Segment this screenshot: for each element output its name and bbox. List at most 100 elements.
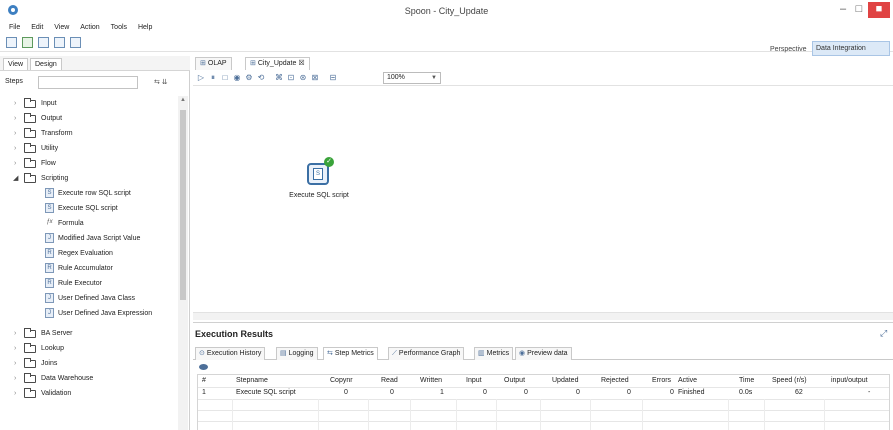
pause-icon[interactable]: ⏸ xyxy=(208,73,218,83)
tree-folder-input[interactable]: › Input xyxy=(0,96,178,111)
tree-step-execute-row-sql-script[interactable]: S Execute row SQL script xyxy=(0,186,178,201)
tab-performance-graph[interactable]: ⟋ Performance Graph xyxy=(388,347,465,360)
tree-folder-ba-server[interactable]: › BA Server xyxy=(0,326,178,341)
cell-read: 0 xyxy=(390,389,394,396)
expand-icon: › xyxy=(14,160,17,167)
scroll-up-icon[interactable]: ▲ xyxy=(178,97,188,105)
tree-step-user-defined-java-class[interactable]: J User Defined Java Class xyxy=(0,291,178,306)
tree-step-rule-accumulator[interactable]: R Rule Accumulator xyxy=(0,261,178,276)
explore-repository-icon[interactable] xyxy=(38,37,49,48)
tab-olap[interactable]: ⊞ OLAP xyxy=(195,57,232,70)
tree-label: Joins xyxy=(41,360,58,367)
tree-step-modified-java-script-value[interactable]: J Modified Java Script Value xyxy=(0,231,178,246)
close-tab-icon[interactable]: ☒ xyxy=(298,60,304,67)
tab-step-metrics[interactable]: ⇆ Step Metrics xyxy=(323,347,378,360)
tree-step-user-defined-java-expression[interactable]: J User Defined Java Expression xyxy=(0,306,178,321)
tab-metrics[interactable]: ▥ Metrics xyxy=(474,347,514,360)
menu-file[interactable]: File xyxy=(9,22,20,34)
cell-time: 0.0s xyxy=(739,389,753,396)
tree-folder-data-warehouse[interactable]: › Data Warehouse xyxy=(0,371,178,386)
steps-label: Steps xyxy=(5,78,23,85)
steps-tree: › Input › Output › Transform › Utility › Flow… xyxy=(0,96,178,430)
steps-search-input[interactable] xyxy=(38,76,138,89)
cell-rejected: 0 xyxy=(627,389,631,396)
tab-execution-history[interactable]: ⊙ Execution History xyxy=(195,347,266,360)
tree-step-rule-executor[interactable]: R Rule Executor xyxy=(0,276,178,291)
tab-label: Step Metrics xyxy=(334,350,374,357)
column-divider xyxy=(410,399,411,430)
cell-speed: 62 xyxy=(795,389,803,396)
expand-icon: › xyxy=(14,345,17,352)
execution-results-panel: Execution Results ⤢ ⊙ Execution History ▤… xyxy=(193,322,893,430)
maximize-panel-icon[interactable]: ⤢ xyxy=(880,328,887,339)
column-header: Input xyxy=(466,377,482,384)
canvas-scrollbar[interactable] xyxy=(193,312,893,320)
menu-edit[interactable]: Edit xyxy=(31,22,43,34)
tree-folder-validation[interactable]: › Validation xyxy=(0,386,178,401)
data-integration-button[interactable]: Data Integration xyxy=(812,41,890,56)
folder-icon xyxy=(24,328,36,338)
row-divider xyxy=(198,410,889,411)
tree-label: Execute SQL script xyxy=(58,205,118,212)
eye-icon[interactable] xyxy=(199,364,208,370)
column-header: Speed (r/s) xyxy=(772,377,807,384)
tab-preview-data[interactable]: ◉ Preview data xyxy=(515,347,572,360)
tab-label: Performance Graph xyxy=(398,350,461,357)
column-divider xyxy=(642,399,643,430)
tree-folder-utility[interactable]: › Utility xyxy=(0,141,178,156)
tree-toggle-icons[interactable]: ⇆ ⇊ xyxy=(154,78,168,86)
close-button[interactable]: ■ xyxy=(868,2,890,18)
tree-label: Flow xyxy=(41,160,56,167)
minimize-button[interactable]: – xyxy=(836,2,850,18)
log-icon: ▤ xyxy=(280,350,287,357)
tab-view[interactable]: View xyxy=(3,58,29,70)
tree-folder-output[interactable]: › Output xyxy=(0,111,178,126)
cell-input: 0 xyxy=(483,389,487,396)
tab-design[interactable]: Design xyxy=(30,58,62,70)
run-icon[interactable]: ▷ xyxy=(196,73,206,83)
transformation-icon: ⊞ xyxy=(250,60,256,67)
tree-step-regex-evaluation[interactable]: R Regex Evaluation xyxy=(0,246,178,261)
menu-tools[interactable]: Tools xyxy=(111,22,127,34)
menu-help[interactable]: Help xyxy=(138,22,152,34)
debug-icon[interactable]: ⚙ xyxy=(244,73,254,83)
tree-step-execute-sql-script[interactable]: S Execute SQL script xyxy=(0,201,178,216)
sql-icon[interactable]: ⊛ xyxy=(298,73,308,83)
transformation-canvas[interactable]: S ✓ Execute SQL script xyxy=(193,87,893,312)
tab-logging[interactable]: ▤ Logging xyxy=(276,347,318,360)
tree-folder-joins[interactable]: › Joins xyxy=(0,356,178,371)
explore-db-icon[interactable]: ⊠ xyxy=(310,73,320,83)
menu-bar: File Edit View Action Tools Help xyxy=(0,22,893,34)
java-class-icon: J xyxy=(45,293,54,303)
menu-view[interactable]: View xyxy=(54,22,69,34)
tree-folder-transform[interactable]: › Transform xyxy=(0,126,178,141)
scroll-thumb[interactable] xyxy=(180,110,186,300)
row-divider xyxy=(198,421,889,422)
show-results-icon[interactable]: ⊟ xyxy=(328,73,338,83)
zoom-select[interactable]: 100% ▼ xyxy=(383,72,441,84)
save-as-icon[interactable] xyxy=(70,37,81,48)
impact-icon[interactable]: ⊡ xyxy=(286,73,296,83)
save-icon[interactable] xyxy=(54,37,65,48)
zoom-value: 100% xyxy=(387,74,405,81)
graph-icon: ⟋ xyxy=(392,350,397,357)
verify-icon[interactable]: ⌘ xyxy=(274,73,284,83)
tree-step-formula[interactable]: ƒx Formula xyxy=(0,216,178,231)
tree-folder-flow[interactable]: › Flow xyxy=(0,156,178,171)
tree-folder-lookup[interactable]: › Lookup xyxy=(0,341,178,356)
tab-city-update[interactable]: ⊞ City_Update ☒ xyxy=(245,57,310,70)
replay-icon[interactable]: ⟲ xyxy=(256,73,266,83)
menu-action[interactable]: Action xyxy=(80,22,99,34)
tree-label: Scripting xyxy=(41,175,69,182)
preview-icon[interactable]: ◉ xyxy=(232,73,242,83)
new-file-icon[interactable] xyxy=(6,37,17,48)
results-title: Execution Results xyxy=(195,329,274,339)
tree-scrollbar[interactable]: ▲ xyxy=(178,96,188,430)
rule-icon: R xyxy=(45,278,54,288)
tree-folder-scripting[interactable]: ◢ Scripting xyxy=(0,171,178,186)
column-divider xyxy=(824,399,825,430)
stop-icon[interactable]: □ xyxy=(220,73,230,83)
folder-icon xyxy=(24,173,36,183)
maximize-button[interactable]: □ xyxy=(852,2,866,18)
open-file-icon[interactable] xyxy=(22,37,33,48)
